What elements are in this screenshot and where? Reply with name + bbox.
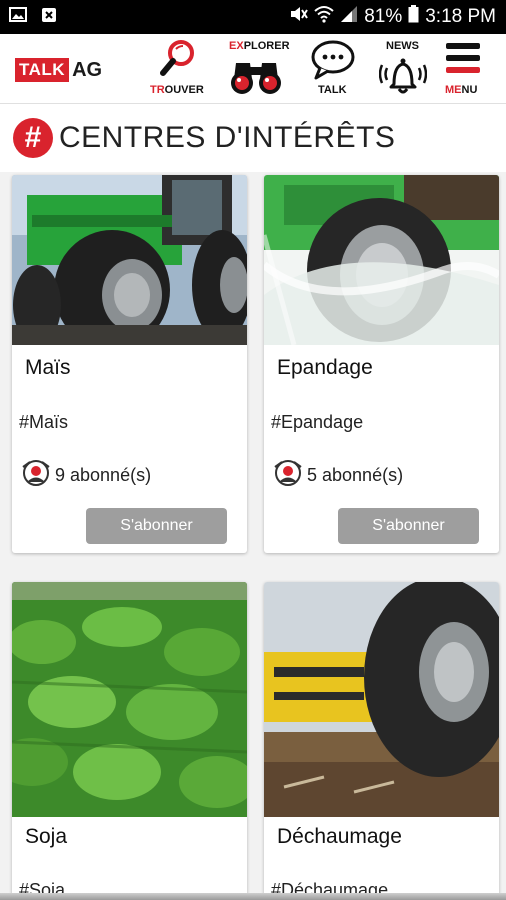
card-image-tractor — [12, 175, 247, 345]
subscribe-button[interactable]: S'abonner — [338, 508, 479, 544]
logo-ag: AG — [72, 58, 103, 81]
wifi-icon — [314, 5, 334, 29]
subscriber-avatar-icon — [273, 459, 303, 492]
nav-explorer[interactable]: EXPLORER — [224, 34, 290, 104]
nav-menu[interactable]: MENU — [440, 34, 492, 104]
chat-bubble-icon — [310, 39, 356, 86]
nav-news[interactable]: NEWS — [378, 34, 428, 104]
card-title: Maïs — [25, 356, 71, 379]
subscriber-count: 9 abonné(s) — [21, 459, 151, 492]
nav-talk-label: TALK — [318, 84, 347, 96]
card-title: Déchaumage — [277, 825, 402, 848]
card-image-cultivator — [264, 582, 499, 817]
section-header: # CENTRES D'INTÉRÊTS — [0, 104, 506, 172]
card-title: Epandage — [277, 356, 373, 379]
status-bar: 81% 3:18 PM — [0, 0, 506, 34]
interest-card[interactable]: Epandage #Epandage 5 abonné(s) S'abonner — [264, 175, 499, 553]
card-hashtag[interactable]: #Maïs — [19, 412, 68, 433]
card-title: Soja — [25, 825, 68, 848]
subscriber-count-text: 5 abonné(s) — [307, 465, 404, 485]
hashtag-icon: # — [13, 118, 53, 158]
search-icon — [160, 39, 196, 84]
bottom-shadow — [0, 893, 506, 900]
logo-talk: TALK — [15, 58, 70, 82]
subscribe-button[interactable]: S'abonner — [86, 508, 227, 544]
nav-menu-label: MENU — [445, 84, 478, 96]
nav-news-label: NEWS — [386, 40, 419, 52]
card-hashtag[interactable]: #Epandage — [271, 412, 363, 433]
nav-trouver-label: TROUVER — [150, 84, 204, 96]
talkag-logo[interactable]: TALK AG — [15, 57, 102, 83]
nav-explorer-label: EXPLORER — [229, 40, 290, 52]
subscriber-count-text: 9 abonné(s) — [55, 465, 152, 485]
app-notification-icon — [41, 7, 57, 28]
battery-percent: 81% — [364, 6, 403, 27]
nav-talk[interactable]: TALK — [306, 34, 360, 104]
hamburger-menu-icon — [446, 41, 480, 80]
binoculars-icon — [228, 55, 284, 100]
card-image-spreader — [264, 175, 499, 345]
page-title: CENTRES D'INTÉRÊTS — [59, 121, 396, 154]
clock: 3:18 PM — [425, 6, 496, 27]
interest-card[interactable]: Soja #Soja — [12, 582, 247, 900]
battery-icon — [408, 5, 419, 29]
app-header: TALK AG TROUVER EXPLORER TALK NEWS MENU — [0, 34, 506, 104]
subscriber-avatar-icon — [21, 459, 51, 492]
signal-icon — [340, 5, 358, 29]
interest-card[interactable]: Maïs #Maïs 9 abonné(s) S'abonner — [12, 175, 247, 553]
card-image-soybean-field — [12, 582, 247, 817]
gallery-icon — [9, 7, 27, 27]
mute-icon — [288, 5, 309, 29]
interest-card[interactable]: Déchaumage #Déchaumage — [264, 582, 499, 900]
nav-trouver[interactable]: TROUVER — [146, 34, 206, 104]
bell-icon — [378, 54, 428, 103]
subscriber-count: 5 abonné(s) — [273, 459, 403, 492]
